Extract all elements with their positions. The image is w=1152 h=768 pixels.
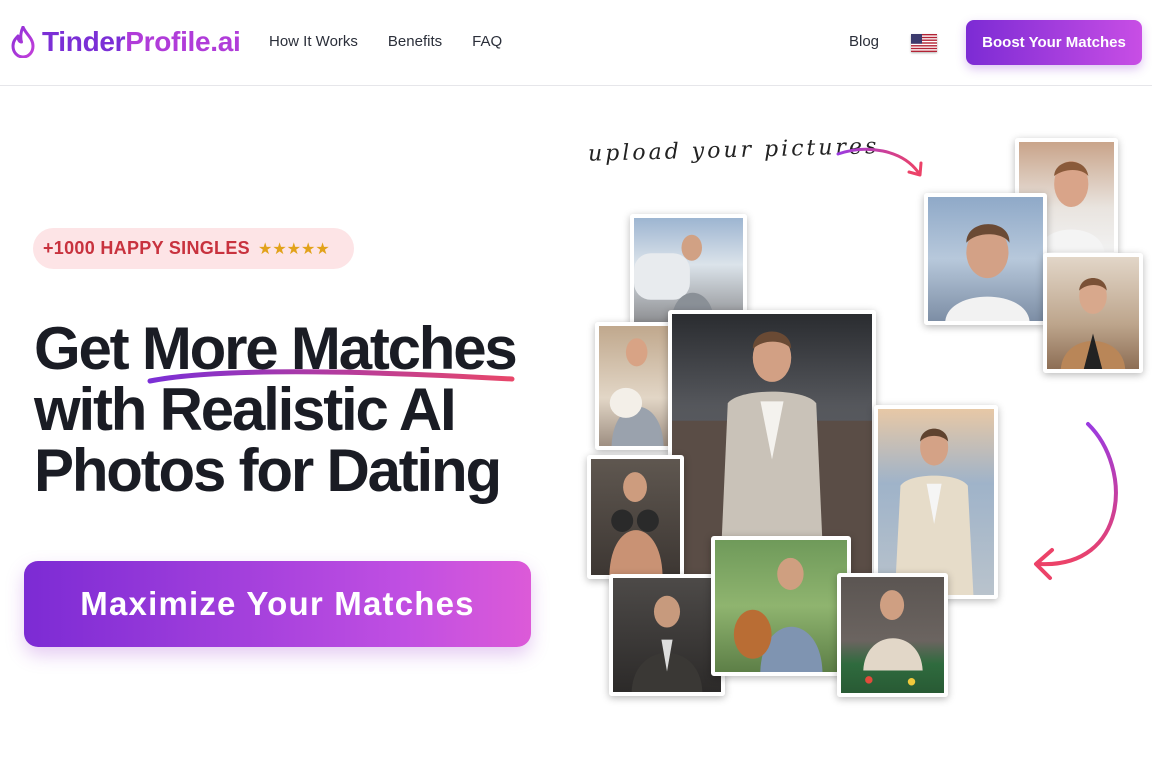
happy-singles-badge: +1000 HAPPY SINGLES ★★★★★	[33, 228, 354, 269]
nav-benefits[interactable]: Benefits	[388, 33, 442, 50]
headline-underline	[147, 369, 515, 384]
site-header: TinderProfile.ai How It Works Benefits F…	[0, 0, 1152, 86]
maximize-matches-button[interactable]: Maximize Your Matches	[24, 561, 531, 647]
ai-photo-yacht	[874, 405, 998, 599]
nav-how-it-works[interactable]: How It Works	[269, 33, 358, 50]
curved-arrow-bottom-icon	[1034, 422, 1118, 580]
headline-line-3: Photos for Dating	[34, 437, 502, 504]
uploaded-photo-3	[1043, 253, 1143, 373]
us-flag-icon[interactable]	[911, 34, 937, 52]
curved-arrow-top-icon	[836, 147, 923, 177]
logo[interactable]: TinderProfile.ai	[10, 22, 241, 62]
ai-photo-car	[609, 574, 725, 696]
boost-matches-button[interactable]: Boost Your Matches	[966, 20, 1142, 65]
logo-text: TinderProfile.ai	[42, 26, 241, 57]
nav-faq[interactable]: FAQ	[472, 33, 502, 50]
ai-photo-dog	[595, 322, 673, 450]
ai-photo-billiards	[837, 573, 948, 697]
badge-text: +1000 HAPPY SINGLES	[43, 238, 250, 258]
uploaded-photo-2	[924, 193, 1047, 325]
main-nav: How It Works Benefits FAQ	[269, 33, 502, 50]
flame-icon	[11, 26, 35, 58]
hero-headline: Get More Matches with Realistic AI Photo…	[34, 318, 574, 501]
star-rating-icon: ★★★★★	[257, 240, 330, 258]
ai-photo-park-dog	[711, 536, 851, 676]
ai-photo-boxing	[587, 455, 684, 579]
nav-blog[interactable]: Blog	[849, 33, 879, 50]
headline-line-2: with Realistic AI	[34, 376, 457, 443]
